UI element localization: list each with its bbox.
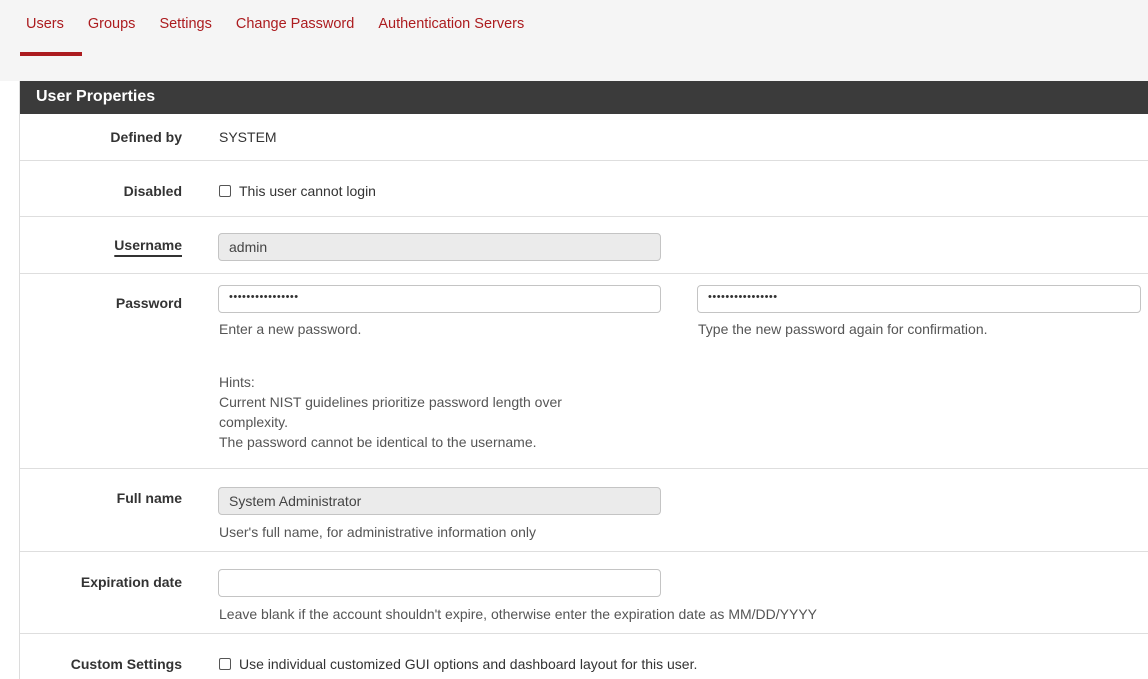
row-full-name: Full name System Administrator User's fu…: [20, 468, 1148, 551]
password-hint-1b: complexity.: [219, 414, 288, 430]
expiration-date-help: Leave blank if the account shouldn't exp…: [219, 606, 818, 622]
custom-settings-label: Custom Settings: [70, 656, 182, 672]
row-expiration-date: Expiration date Leave blank if the accou…: [20, 551, 1148, 633]
tab-bar: Users Groups Settings Change Password Au…: [0, 0, 1148, 81]
custom-settings-checkbox-group[interactable]: Use individual customized GUI options an…: [219, 656, 697, 672]
disabled-checkbox[interactable]: [219, 185, 231, 197]
row-username: Username admin: [20, 216, 1148, 273]
disabled-label: Disabled: [123, 183, 182, 199]
password-help: Enter a new password.: [219, 321, 362, 337]
custom-settings-checkbox-label[interactable]: Use individual customized GUI options an…: [239, 656, 697, 672]
full-name-label: Full name: [116, 490, 182, 506]
tab-settings[interactable]: Settings: [159, 16, 211, 32]
password-hint-2: The password cannot be identical to the …: [219, 434, 537, 450]
password-confirm-input[interactable]: ••••••••••••••••: [697, 285, 1141, 313]
expiration-date-input[interactable]: [218, 569, 661, 597]
tab-list: Users Groups Settings Change Password Au…: [26, 16, 548, 32]
disabled-checkbox-group[interactable]: This user cannot login: [219, 183, 376, 199]
user-properties-panel: User Properties Defined by SYSTEM Disabl…: [19, 81, 1148, 679]
disabled-checkbox-label[interactable]: This user cannot login: [239, 183, 376, 199]
password-hints-title: Hints:: [219, 374, 255, 390]
password-hint-1a: Current NIST guidelines prioritize passw…: [219, 394, 562, 410]
custom-settings-checkbox[interactable]: [219, 658, 231, 670]
tab-change-password[interactable]: Change Password: [236, 16, 355, 32]
full-name-help: User's full name, for administrative inf…: [219, 524, 537, 540]
expiration-date-label: Expiration date: [80, 574, 182, 590]
password-confirm-help: Type the new password again for confirma…: [698, 321, 988, 337]
password-input[interactable]: ••••••••••••••••: [218, 285, 661, 313]
defined-by-label: Defined by: [110, 129, 182, 145]
username-label: Username: [114, 237, 182, 253]
tab-groups[interactable]: Groups: [88, 16, 136, 32]
tab-users[interactable]: Users: [26, 16, 64, 32]
row-password: Password •••••••••••••••• ••••••••••••••…: [20, 273, 1148, 468]
active-tab-indicator: [20, 52, 82, 56]
tab-authentication-servers[interactable]: Authentication Servers: [378, 16, 524, 32]
panel-title: User Properties: [20, 81, 1148, 114]
row-disabled: Disabled This user cannot login: [20, 160, 1148, 216]
row-defined-by: Defined by SYSTEM: [20, 114, 1148, 160]
row-custom-settings: Custom Settings Use individual customize…: [20, 633, 1148, 679]
password-label: Password: [115, 295, 182, 311]
defined-by-value: SYSTEM: [219, 129, 277, 145]
username-input[interactable]: admin: [218, 233, 661, 261]
full-name-input[interactable]: System Administrator: [218, 487, 661, 515]
